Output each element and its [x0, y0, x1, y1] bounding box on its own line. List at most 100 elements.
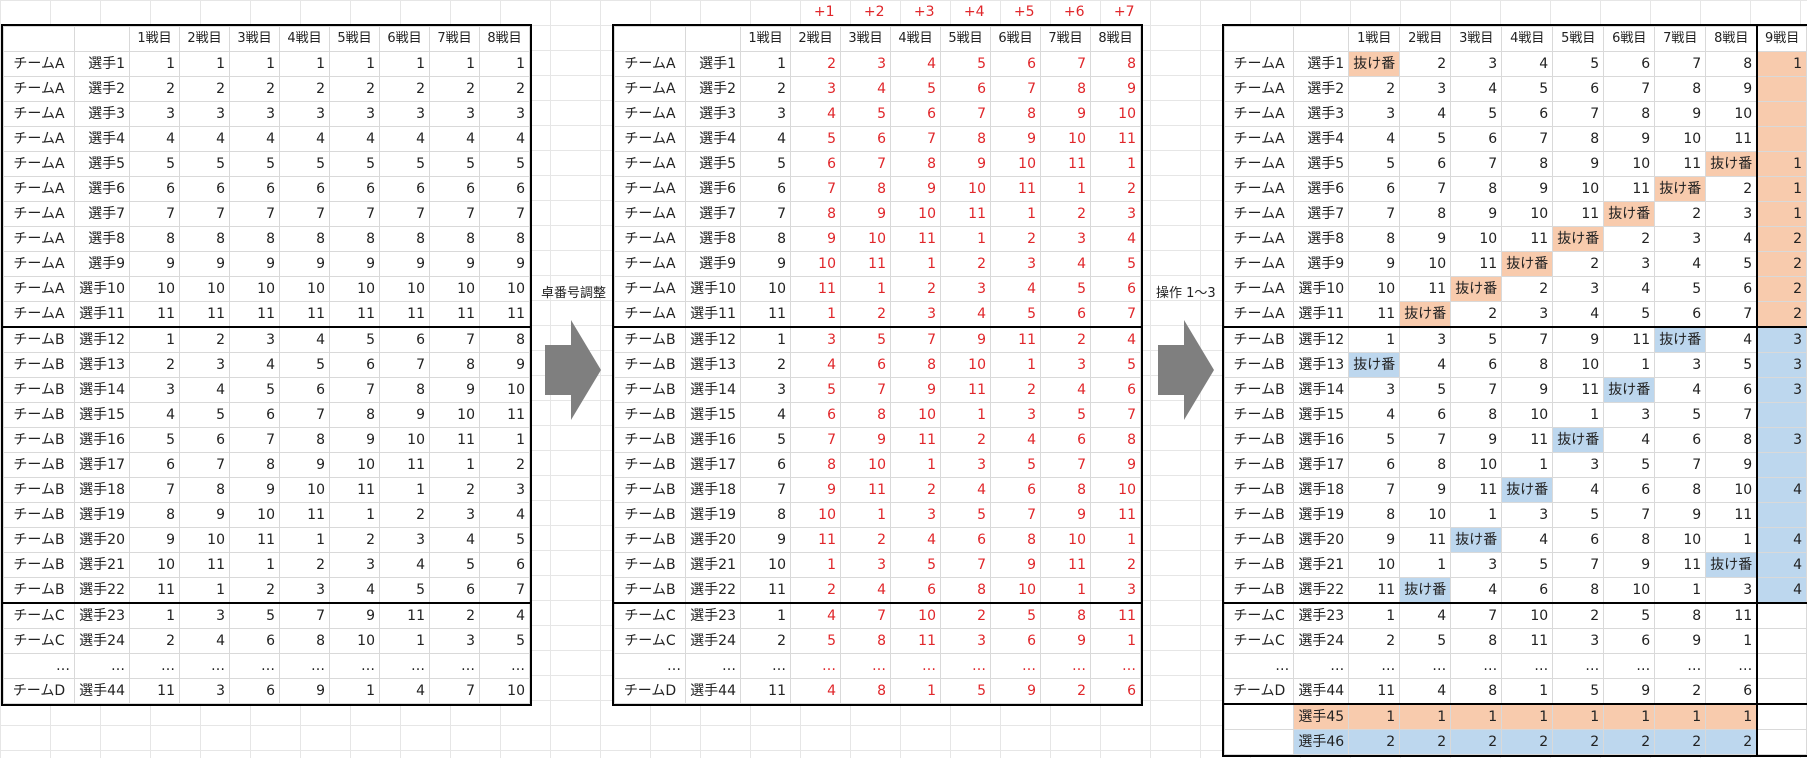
team-cell: チームC — [1223, 628, 1295, 654]
table-cell: 7 — [1348, 477, 1401, 503]
table-cell: 9 — [1348, 251, 1401, 277]
table-cell: 3 — [179, 101, 230, 127]
table-cell: 9 — [279, 452, 330, 478]
table-cell: 9 — [890, 176, 941, 202]
table-cell: 5 — [1348, 427, 1401, 453]
table-cell: 6 — [229, 678, 280, 704]
table-cell: 5 — [1603, 301, 1656, 328]
table-cell: 3 — [1756, 427, 1807, 453]
table-cell: 1 — [1756, 176, 1807, 202]
table-cell: 1 — [329, 678, 380, 704]
table-cell: … — [1501, 653, 1554, 679]
table-cell: 8 — [479, 226, 530, 252]
table-cell: 2 — [790, 577, 841, 604]
player-cell: 選手24 — [1293, 628, 1350, 654]
table-cell: 4 — [379, 126, 430, 152]
table-cell: 6 — [229, 402, 280, 428]
table-cell: 4 — [1399, 602, 1452, 629]
table-cell: 6 — [479, 176, 530, 202]
team-cell: チームC — [3, 628, 75, 654]
team-cell: チームB — [1223, 326, 1295, 353]
table-cell: 10 — [1501, 201, 1554, 227]
table-cell — [1756, 602, 1807, 629]
table-row: チームB 選手19 8 10 1 3 5 7 9 11 — [614, 502, 1141, 528]
table-cell: 11 — [1705, 126, 1758, 152]
table-cell: 1 — [1705, 527, 1758, 553]
table-row: チームA 選手3 3 4 5 6 7 8 9 10 — [1223, 101, 1807, 127]
team-cell: チームB — [614, 377, 686, 403]
table-cell: 10 — [329, 628, 380, 654]
table-cell: 5 — [379, 577, 430, 604]
table-cell: 11 — [1348, 678, 1401, 705]
table-cell: 6 — [1040, 427, 1091, 453]
table-row: チームA 選手2 2 3 4 5 6 7 8 9 — [614, 76, 1141, 102]
table-cell: 10 — [990, 577, 1041, 604]
team-cell: チームB — [1223, 427, 1295, 453]
table-cell: 3 — [1552, 452, 1605, 478]
table-cell: 10 — [1040, 126, 1091, 152]
table-cell: 10 — [1450, 452, 1503, 478]
table-cell: 8 — [1603, 101, 1656, 127]
table-row: チームB 選手14 3 5 7 9 11 抜け番 4 6 3 — [1223, 377, 1807, 403]
table-cell: 5 — [790, 377, 841, 403]
adjust-label: 卓番号調整 — [541, 286, 607, 301]
player-cell: 選手4 — [74, 126, 130, 152]
table-cell: 11 — [940, 201, 991, 227]
table-cell: 6 — [1552, 527, 1605, 553]
table-cell: 10 — [840, 452, 891, 478]
player-cell: 選手20 — [685, 527, 741, 553]
table-cell: 8 — [1501, 352, 1554, 378]
table-cell: 4 — [179, 126, 230, 152]
table-row: チームB 選手14 3 5 7 9 11 2 4 6 — [614, 377, 1141, 403]
bye-cell: 抜け番 — [1399, 577, 1452, 604]
team-cell: チームA — [3, 151, 75, 177]
table-cell: 1 — [1090, 527, 1141, 553]
table-cell: 1 — [129, 602, 180, 629]
table-cell: 4 — [1654, 377, 1707, 403]
table-cell: 8 — [329, 226, 380, 252]
team-cell: チームB — [1223, 577, 1295, 604]
column-header: 4戦目 — [279, 26, 330, 52]
table-cell: 3 — [479, 101, 530, 127]
table-cell: 11 — [179, 301, 230, 328]
table-cell: 3 — [1090, 201, 1141, 227]
team-cell: チームA — [614, 151, 686, 177]
column-header: 3戦目 — [840, 26, 891, 52]
table-cell: 4 — [1501, 527, 1554, 553]
table-cell: 4 — [1552, 477, 1605, 503]
table-cell: 3 — [1705, 577, 1758, 604]
table-cell: 11 — [329, 301, 380, 328]
table-cell: 10 — [279, 477, 330, 503]
table-cell: 10 — [990, 151, 1041, 177]
ops-label: 操作 1〜3 — [1156, 286, 1216, 301]
table-row: チームA 選手10 10 11 抜け番 2 3 4 5 6 2 — [1223, 276, 1807, 302]
table-cell: 9 — [1705, 452, 1758, 478]
table-cell: 2 — [229, 76, 280, 102]
table-cell: 10 — [1399, 502, 1452, 528]
table-cell: 2 — [479, 76, 530, 102]
table-cell: 9 — [1399, 226, 1452, 252]
table-cell: 11 — [1399, 276, 1452, 302]
table-cell: 6 — [1705, 377, 1758, 403]
player-cell: 選手12 — [74, 326, 130, 353]
table-cell: 9 — [1654, 628, 1707, 654]
table-cell: 5 — [1040, 276, 1091, 302]
table-cell: 5 — [940, 678, 991, 704]
table-cell: 5 — [1501, 552, 1554, 578]
table-cell: 9 — [990, 678, 1041, 704]
table-cell: 7 — [1090, 402, 1141, 428]
column-header: 8戦目 — [479, 26, 530, 52]
table-cell: 7 — [129, 477, 180, 503]
table-cell: 7 — [229, 201, 280, 227]
table-cell: 3 — [740, 377, 791, 403]
table-row: チームB 選手20 9 10 11 1 2 3 4 5 — [3, 527, 530, 553]
table-row: チームB 選手15 4 5 6 7 8 9 10 11 — [3, 402, 530, 428]
table-cell — [1756, 76, 1807, 102]
table-cell: 8 — [840, 402, 891, 428]
team-cell: チームA — [1223, 176, 1295, 202]
table-cell: 7 — [1040, 452, 1091, 478]
player-cell: 選手23 — [1293, 602, 1350, 629]
table-cell: 1 — [890, 678, 941, 704]
table-row: チームA 選手1 抜け番 2 3 4 5 6 7 8 1 — [1223, 51, 1807, 77]
team-cell: チームB — [614, 427, 686, 453]
